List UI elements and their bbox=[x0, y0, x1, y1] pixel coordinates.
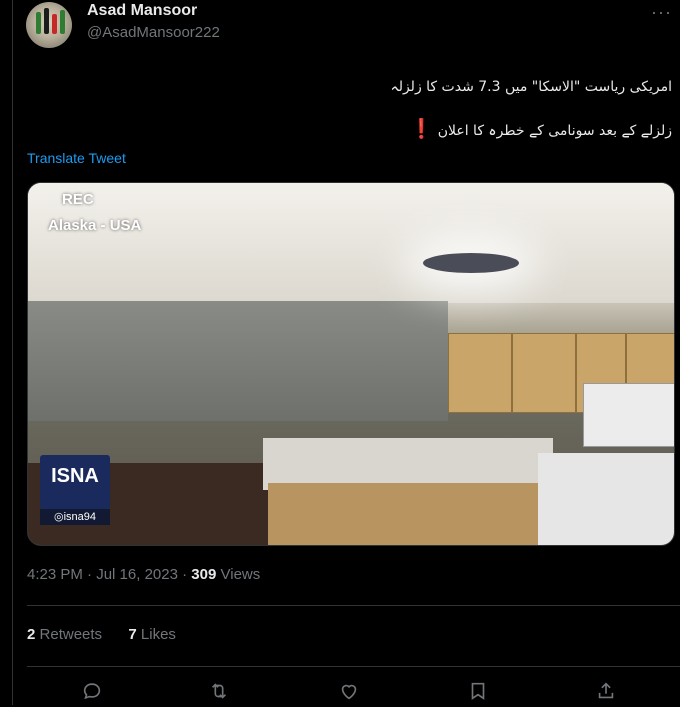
avatar-art bbox=[36, 12, 41, 34]
tweet-meta: 4:23 PM · Jul 16, 2023 · 309 Views bbox=[27, 566, 260, 583]
tweet-stats: 2 Retweets 7 Likes bbox=[27, 626, 176, 643]
isna-handle: ◎isna94 bbox=[40, 509, 110, 525]
isna-watermark: ISNA ◎isna94 bbox=[40, 455, 110, 525]
video-frame-cabinet bbox=[448, 333, 512, 413]
tweet-text-line-2-body: زلزلے کے بعد سونامی کے خطرہ کا اعلان bbox=[437, 123, 672, 139]
bookmark-icon[interactable] bbox=[467, 680, 493, 706]
more-options-icon[interactable]: ··· bbox=[651, 2, 672, 23]
tweet-date[interactable]: Jul 16, 2023 bbox=[96, 566, 178, 583]
meta-separator: · bbox=[182, 566, 192, 583]
reply-icon[interactable] bbox=[81, 680, 107, 706]
rec-label: REC bbox=[62, 191, 94, 208]
retweet-icon[interactable] bbox=[208, 680, 234, 706]
tweet-actions bbox=[27, 680, 680, 705]
video-frame-ceiling-light bbox=[423, 253, 519, 273]
author-name[interactable]: Asad Mansoor bbox=[87, 2, 197, 20]
video-frame-microwave bbox=[583, 383, 674, 447]
avatar-art bbox=[52, 14, 57, 34]
video-frame-cabinet bbox=[512, 333, 576, 413]
share-icon[interactable] bbox=[595, 680, 621, 706]
author-handle[interactable]: @AsadMansoor222 bbox=[87, 24, 220, 41]
views-count: 309 bbox=[191, 566, 217, 583]
isna-handle-text: isna94 bbox=[63, 511, 97, 523]
location-label: Alaska - USA bbox=[48, 217, 142, 234]
likes-count: 7 bbox=[128, 626, 137, 643]
thread-divider bbox=[12, 0, 13, 705]
avatar-art bbox=[44, 8, 49, 34]
tweet-time[interactable]: 4:23 PM bbox=[27, 566, 83, 583]
divider bbox=[27, 605, 680, 606]
exclamation-icon: ❗ bbox=[409, 118, 434, 140]
likes-label: Likes bbox=[140, 626, 176, 643]
like-icon[interactable] bbox=[338, 680, 364, 706]
tweet-text-line-1: امریکی ریاست "الاسکا" میں 7.3 شدت کا زلز… bbox=[390, 79, 672, 95]
video-frame-ceiling bbox=[28, 183, 674, 303]
meta-separator: · bbox=[87, 566, 97, 583]
retweets-count: 2 bbox=[27, 626, 36, 643]
avatar[interactable] bbox=[26, 2, 72, 48]
video-frame-stove bbox=[538, 453, 674, 545]
views-label: Views bbox=[220, 566, 261, 583]
tweet-video[interactable]: REC Alaska - USA ISNA ◎isna94 bbox=[27, 182, 675, 546]
divider bbox=[27, 666, 680, 667]
avatar-art bbox=[60, 10, 65, 34]
likes-stat[interactable]: 7 Likes bbox=[128, 626, 176, 643]
retweets-stat[interactable]: 2 Retweets bbox=[27, 626, 102, 643]
retweets-label: Retweets bbox=[39, 626, 103, 643]
video-frame-wall bbox=[28, 301, 448, 421]
translate-tweet-link[interactable]: Translate Tweet bbox=[27, 150, 126, 166]
tweet-text-line-2: زلزلے کے بعد سونامی کے خطرہ کا اعلان ❗ bbox=[410, 117, 672, 140]
video-frame-island bbox=[268, 483, 538, 545]
isna-logo: ISNA bbox=[51, 465, 99, 487]
